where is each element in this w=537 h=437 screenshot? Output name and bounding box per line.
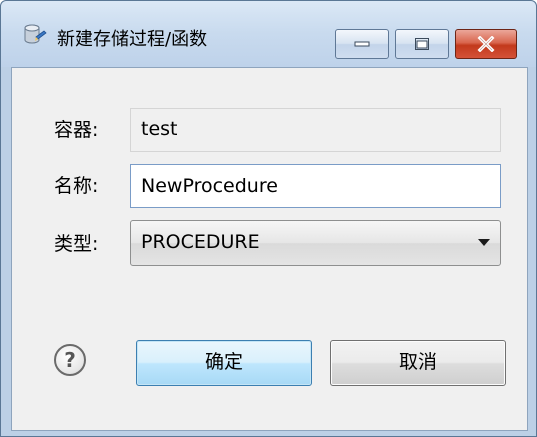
help-button[interactable]: ? — [54, 344, 86, 376]
ok-button[interactable]: 确定 — [136, 340, 312, 386]
container-field: test — [130, 108, 501, 152]
close-icon — [477, 36, 495, 52]
type-select-value: PROCEDURE — [141, 231, 260, 253]
maximize-icon — [415, 38, 429, 50]
database-procedure-icon — [23, 23, 47, 47]
dialog-window: 新建存储过程/函数 容器: test 名称: 类型: PROCEDURE — [0, 0, 537, 437]
name-label: 名称: — [54, 175, 99, 197]
title-bar[interactable]: 新建存储过程/函数 — [1, 1, 536, 67]
minimize-button[interactable] — [335, 29, 389, 59]
close-button[interactable] — [455, 29, 517, 59]
type-label: 类型: — [54, 233, 99, 255]
minimize-icon — [354, 41, 370, 47]
container-label: 容器: — [54, 119, 99, 141]
name-input[interactable] — [130, 164, 501, 208]
window-title: 新建存储过程/函数 — [57, 29, 208, 50]
type-select[interactable]: PROCEDURE — [130, 220, 501, 266]
dialog-body: 容器: test 名称: 类型: PROCEDURE ? 确定 取消 — [11, 67, 528, 431]
cancel-button[interactable]: 取消 — [330, 340, 506, 386]
maximize-button[interactable] — [395, 29, 449, 59]
chevron-down-icon[interactable] — [478, 239, 490, 246]
